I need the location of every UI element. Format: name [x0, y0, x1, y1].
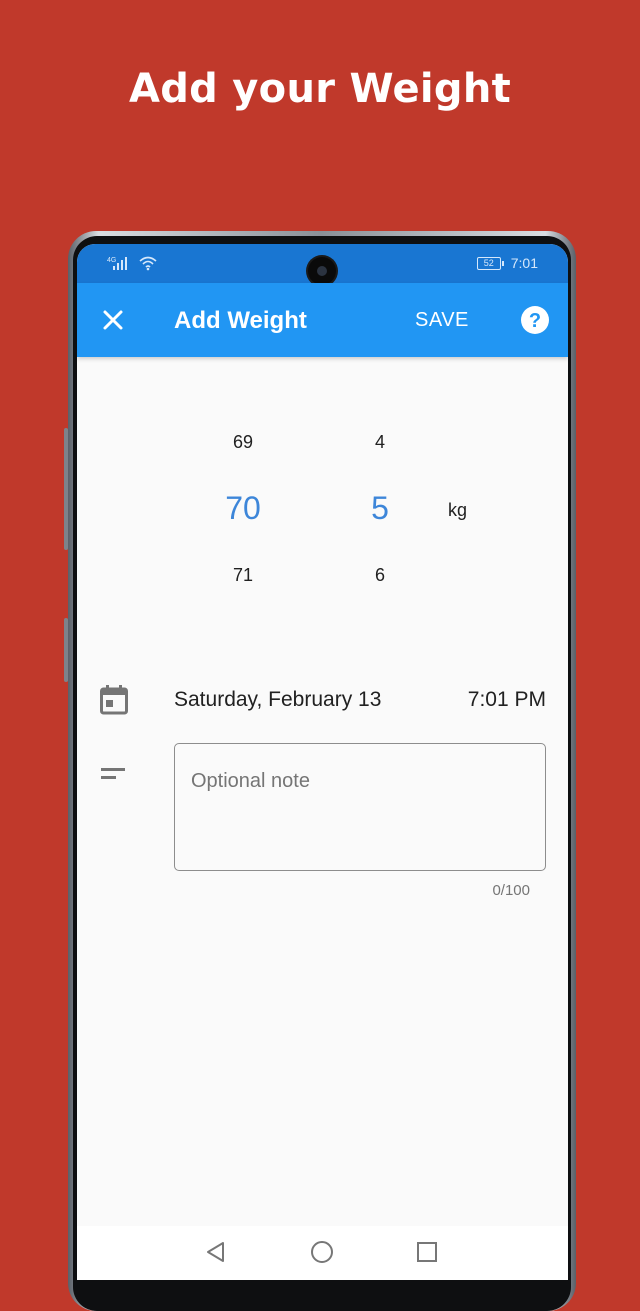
- app-bar: Add Weight SAVE ?: [77, 283, 568, 357]
- integer-below[interactable]: 71: [213, 565, 273, 586]
- notes-icon: [101, 767, 127, 786]
- back-button[interactable]: [204, 1240, 228, 1264]
- integer-selected[interactable]: 70: [213, 490, 273, 527]
- note-field[interactable]: Optional note: [174, 743, 546, 871]
- signal-icon: 4G: [107, 255, 133, 274]
- close-button[interactable]: [97, 304, 129, 336]
- close-icon: [103, 310, 123, 330]
- time-picker[interactable]: 7:01 PM: [468, 688, 546, 712]
- home-circle-icon: [311, 1241, 333, 1263]
- app-bar-title: Add Weight: [174, 307, 307, 334]
- unit-label: kg: [448, 500, 468, 520]
- front-camera: [308, 257, 336, 285]
- date-picker[interactable]: Saturday, February 13: [174, 688, 381, 712]
- recents-square-icon: [417, 1242, 437, 1262]
- wifi-icon: [139, 255, 157, 274]
- help-button[interactable]: ?: [520, 305, 550, 335]
- svg-text:?: ?: [529, 310, 541, 332]
- integer-above[interactable]: 69: [213, 432, 273, 453]
- promo-headline: Add your Weight: [128, 66, 512, 112]
- decimal-below[interactable]: 6: [350, 565, 410, 586]
- back-triangle-icon: [207, 1242, 224, 1262]
- note-placeholder: Optional note: [191, 770, 310, 792]
- home-button[interactable]: [310, 1240, 334, 1264]
- recents-button[interactable]: [415, 1240, 439, 1264]
- battery-icon: 52: [476, 256, 504, 270]
- network-type: 4G: [107, 257, 116, 264]
- status-time: 7:01: [510, 255, 538, 271]
- calendar-icon: [100, 685, 128, 720]
- note-character-counter: 0/100: [492, 882, 530, 899]
- help-circle-icon: ?: [521, 306, 549, 334]
- status-bar: 4G 52 7:01: [77, 244, 568, 285]
- save-button[interactable]: SAVE: [415, 309, 469, 332]
- system-nav-bar: [77, 1226, 568, 1280]
- phone-side-button: [64, 618, 68, 682]
- app-screen: 4G 52 7:01 Add Weight SAVE ? 69 70 71 4 …: [77, 244, 568, 1280]
- decimal-selected[interactable]: 5: [350, 490, 410, 527]
- decimal-above[interactable]: 4: [350, 432, 410, 453]
- phone-side-button: [64, 428, 68, 550]
